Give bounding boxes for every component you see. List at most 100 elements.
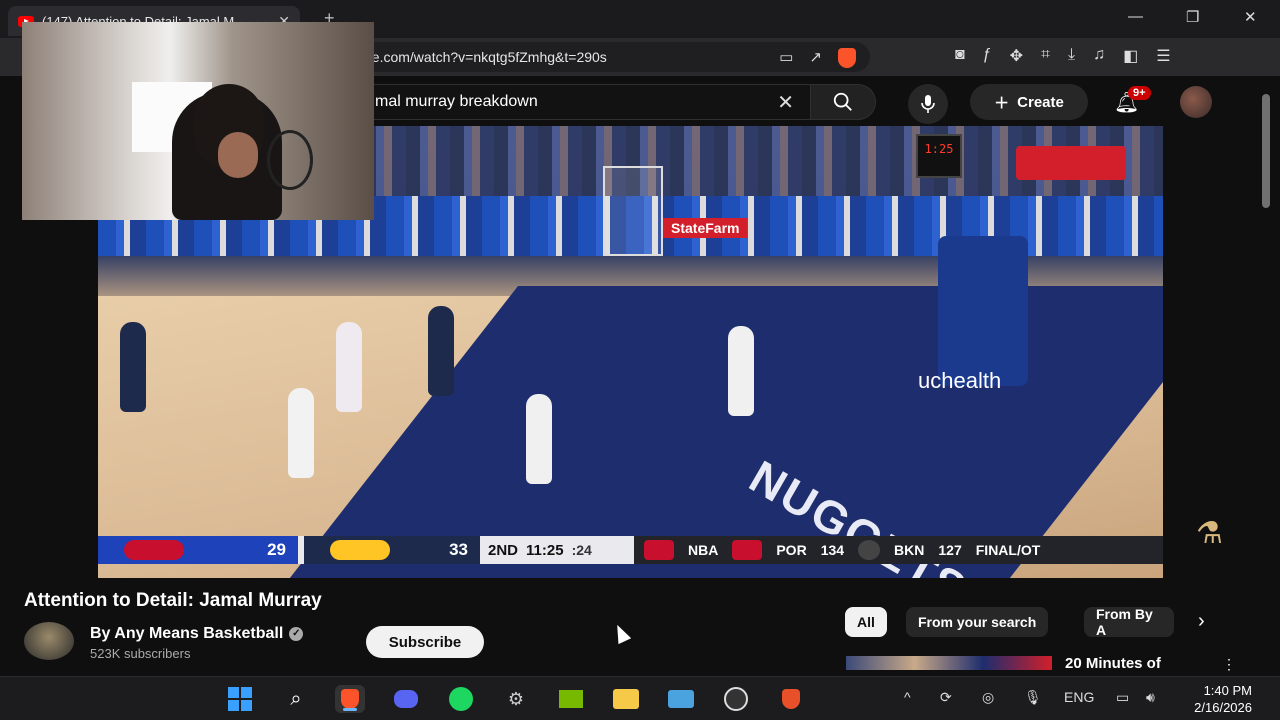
score-ticker: NBA POR 134 BKN 127 FINAL/OT [634,536,1163,564]
chip-from-channel[interactable]: From By A [1084,607,1174,637]
taskbar-steam-app[interactable]: ⚙ [501,685,531,713]
clock-date: 2/16/2026 [1194,700,1252,715]
more-options-icon[interactable]: ⋮ [1222,656,1236,673]
home-team-score: 29 [98,536,298,564]
webcam-overlay [22,22,374,220]
music-icon[interactable]: ♫ [1093,46,1105,66]
channel-name: By Any Means Basketball [90,625,284,642]
channel-avatar[interactable] [24,622,74,660]
subscribe-button[interactable]: Subscribe [366,626,484,658]
language-indicator[interactable]: ENG [1064,689,1094,705]
ticker-score2: 127 [938,542,962,558]
home-score: 29 [267,540,286,559]
away-team-score: 33 [304,536,480,564]
chevron-right-icon[interactable]: › [1198,610,1205,633]
away-score: 33 [449,540,468,559]
taskbar-search-icon[interactable]: ⌕ [281,685,311,713]
taskbar-keyboard-app[interactable] [666,685,696,713]
streamer-face [218,132,258,178]
taskbar-explorer-app[interactable] [611,685,641,713]
shot-clock: :24 [571,541,592,558]
taskbar-discord-app[interactable] [391,685,421,713]
ticker-score1: 134 [820,542,845,558]
search-icon [833,92,852,111]
chip-from-your-search[interactable]: From your search [906,607,1049,637]
microphone-tray-icon[interactable]: 🎙︎ [1024,689,1042,706]
nvidia-icon [559,690,583,708]
search-value: mal murray breakdown [375,93,538,110]
player-figure [728,326,754,416]
extension-icon[interactable]: ◙ [955,46,965,66]
pistons-logo-icon [124,540,184,560]
maximize-button[interactable]: ❐ [1186,8,1199,26]
start-button[interactable] [225,685,255,713]
address-bar[interactable]: be.com/watch?v=nkqtg5fZmhg&t=290s ▭ ↗ [350,42,870,72]
minimize-button[interactable]: — [1128,8,1143,25]
create-button[interactable]: ＋ Create [970,84,1088,120]
folder-icon [613,689,639,709]
keyboard-icon [668,690,694,708]
cast-icon[interactable]: ▭ [779,48,793,68]
plus-icon: ＋ [994,94,1010,112]
system-clock[interactable]: 1:40 PM 2/16/2026 [1194,682,1252,716]
download-icon[interactable]: ⤓ [1068,46,1075,66]
bally-logo-icon [644,540,674,560]
period: 2ND [488,541,519,559]
active-indicator [343,708,357,711]
taskbar-brave-app[interactable] [335,685,365,713]
clock: 11:25 [526,541,564,559]
blazers-logo-icon [732,540,763,560]
player-figure [526,394,552,484]
ticker-team1: POR [776,542,807,558]
ticker-league: NBA [688,542,719,558]
player-figure [120,322,146,412]
brave-shields-icon[interactable] [838,48,856,68]
discord-icon [394,690,418,708]
brave-icon [341,689,359,709]
verified-check-icon: ✓ [289,627,304,641]
search-input[interactable]: mal murray breakdown ✕ [350,84,810,120]
network-icon[interactable]: ▭ [1116,689,1129,706]
player-figure [428,306,454,396]
brave-beta-icon [782,689,800,709]
script-extension-icon[interactable]: ƒ [983,46,992,66]
channel-name-row[interactable]: By Any Means Basketball ✓ [90,625,304,643]
voice-search-button[interactable] [908,84,948,124]
nets-logo-icon [858,540,881,560]
game-clock: 2ND 11:25 :24 [488,542,634,559]
recommended-title[interactable]: 20 Minutes of [1065,655,1161,672]
menu-icon[interactable]: ☰ [1156,46,1170,66]
sidebar-icon[interactable]: ◧ [1123,46,1138,66]
taskbar-spotify-app[interactable] [446,685,476,713]
chip-all[interactable]: All [845,607,887,637]
taskbar-nvidia-app[interactable] [556,685,586,713]
player-figure [288,388,314,478]
microphone-icon [921,95,935,113]
address-bar-icons: ▭ ↗ [779,48,856,68]
tray-app-icon[interactable]: ◎ [982,689,994,706]
desk-fan [267,130,313,190]
obs-icon [724,687,748,711]
page-scrollbar[interactable] [1262,94,1270,208]
taskbar-obs-app[interactable] [721,685,751,713]
account-avatar[interactable] [1180,86,1212,118]
screenshot-icon[interactable]: ⌗ [1041,46,1050,66]
tray-overflow-icon[interactable]: ^ [904,689,911,705]
arena-shot-clock: 1:25 [916,134,962,178]
share-icon[interactable]: ↗ [809,48,822,68]
taskbar-brave-beta-app[interactable] [776,685,806,713]
sync-icon[interactable]: ⟳ [940,689,952,706]
close-window-button[interactable]: ✕ [1244,8,1257,26]
windows-logo-icon [228,687,252,711]
windows-taskbar: ⌕ ⚙ ^ ⟳ ◎ 🎙︎ ENG ▭ 🔊︎ 1:40 PM 2/16/2026 [0,676,1280,720]
search-button[interactable] [810,84,876,120]
player-figure [336,322,362,412]
spotify-icon [449,687,473,711]
clear-search-icon[interactable]: ✕ [777,90,794,115]
recommended-thumbnail[interactable] [846,656,1052,670]
puzzle-extensions-icon[interactable]: ✥ [1010,46,1023,66]
volume-icon[interactable]: 🔊︎ [1146,689,1155,706]
corner-logo-bug [1016,146,1126,180]
subscriber-count: 523K subscribers [90,646,191,661]
microscope-icon[interactable]: ⚗ [1196,516,1223,551]
